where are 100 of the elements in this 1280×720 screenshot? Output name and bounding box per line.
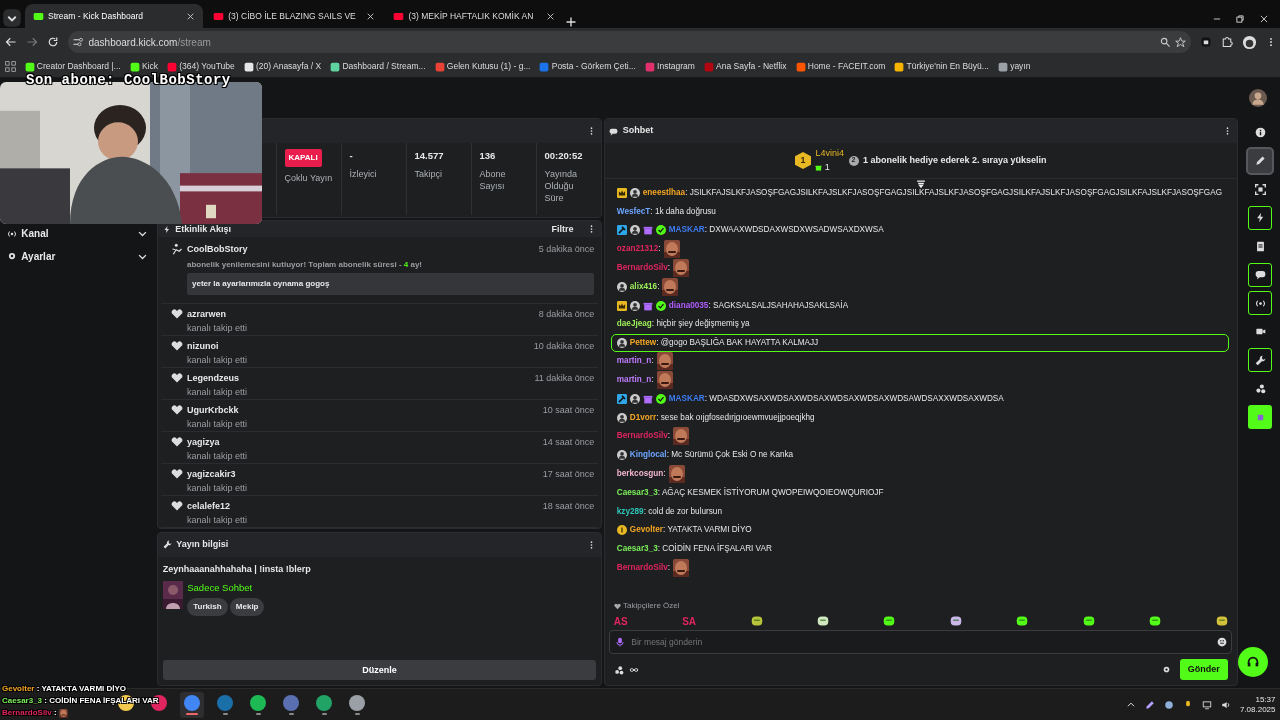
chat-username[interactable]: BernardoSilv: [616, 431, 668, 441]
chat-username[interactable]: BernardoSilv: [616, 562, 668, 572]
restore-icon[interactable]: [1235, 13, 1246, 24]
emote-icon[interactable]: [883, 615, 896, 628]
browser-tab[interactable]: (3) MEKİP HAFTALIK KOMİK AN: [385, 4, 563, 28]
stat-label: İzleyici: [349, 167, 378, 180]
message-field[interactable]: Bir mesaj gönderin: [609, 630, 1233, 655]
scroll-down-icon[interactable]: [915, 180, 926, 189]
support-button[interactable]: [1238, 647, 1268, 677]
bookmark-link[interactable]: Gelen Kutusu (1) - g...: [446, 60, 531, 73]
wrench-icon: [162, 540, 172, 549]
side-tool-button[interactable]: [1248, 348, 1273, 373]
side-tool-button[interactable]: [1248, 148, 1273, 173]
profile-icon[interactable]: [1241, 34, 1257, 50]
bookmark-link[interactable]: Dashboard / Stream...: [342, 60, 426, 73]
side-tool-button[interactable]: [1248, 405, 1273, 430]
chat-username[interactable]: daeJjeag: [616, 319, 652, 329]
emote-button[interactable]: SA: [682, 613, 697, 629]
event-username[interactable]: UgurKrbckk: [187, 404, 543, 418]
bookmark-link[interactable]: Türkiye'nin En Büyü...: [906, 60, 989, 73]
reload-icon[interactable]: [46, 36, 59, 48]
event-username[interactable]: Legendzeus: [187, 372, 535, 386]
browser-tab[interactable]: (3) CİBO İLE BLAZING SAILS VE: [204, 4, 383, 28]
microphone-icon[interactable]: [614, 637, 625, 648]
event-username[interactable]: nizunoi: [187, 340, 534, 354]
emote-button[interactable]: AS: [613, 613, 628, 629]
sidebar-item[interactable]: Kanal: [4, 224, 151, 243]
chat-username[interactable]: Gevolter: [629, 525, 663, 535]
apps-grid-icon[interactable]: [4, 61, 16, 72]
address-bar[interactable]: dashboard.kick.com/stream: [67, 31, 1191, 53]
clock[interactable]: 15:37 7.08.2025: [1239, 694, 1276, 715]
bookmark-link[interactable]: Home - FACEIT.com: [807, 60, 886, 73]
chat-username[interactable]: kzy289: [616, 506, 644, 516]
volume-icon[interactable]: [1220, 699, 1231, 710]
close-icon[interactable]: [365, 11, 375, 21]
chat-username[interactable]: Caesar3_3: [616, 544, 658, 554]
close-icon[interactable]: [546, 11, 555, 21]
category-link[interactable]: Sadece Sohbet: [187, 581, 265, 596]
tag-chip[interactable]: Turkish: [187, 597, 228, 616]
chat-username[interactable]: Kinglocal: [629, 450, 667, 460]
sidebar-item[interactable]: Ayarlar: [4, 247, 151, 265]
chat-username[interactable]: BernardoSilv: [616, 262, 668, 272]
bookmark-link[interactable]: Instagram: [657, 60, 695, 73]
tab-list-icon[interactable]: [2, 8, 23, 28]
bookmark-link[interactable]: Creator Dashboard |...: [36, 60, 121, 73]
puzzle-icon[interactable]: [1220, 36, 1233, 48]
emote-icon[interactable]: [816, 615, 829, 628]
pen-icon[interactable]: [1144, 699, 1155, 710]
emote-icon[interactable]: [949, 615, 962, 628]
heart-icon: [170, 404, 183, 417]
leader-prompt: 1 abonelik hediye ederek 2. sıraya yükselin: [863, 153, 1047, 167]
side-tool-button[interactable]: [1248, 291, 1273, 316]
send-button[interactable]: Gönder: [1179, 658, 1228, 681]
event-username[interactable]: azrarwen: [187, 308, 539, 322]
emote-icon[interactable]: [1149, 615, 1162, 628]
chat-username[interactable]: MASKAR: [668, 393, 705, 403]
bookmark-link[interactable]: Ana Sayfa - Netflix: [716, 60, 787, 73]
bookmark-link[interactable]: Kick: [141, 60, 158, 73]
bookmark-link[interactable]: (20) Anasayfa / X: [256, 60, 322, 73]
bookmark-link[interactable]: (364) YouTube: [179, 60, 235, 73]
extension-badge-icon[interactable]: [1199, 36, 1212, 48]
cluster-icon[interactable]: [613, 664, 624, 675]
network-icon[interactable]: [1201, 699, 1212, 710]
chat-message: BernardoSilv:: [616, 561, 671, 574]
emote-icon[interactable]: [1016, 615, 1029, 628]
side-tool-button[interactable]: [1248, 205, 1273, 230]
chat-message: Caesar3_3: AĞAÇ KESMEK İSTİYORUM QWOPEIWQOIEOWQURIOJF: [616, 486, 884, 499]
star-icon[interactable]: [1175, 36, 1186, 48]
close-icon[interactable]: [1258, 13, 1269, 24]
event-username[interactable]: celalefe12: [187, 500, 543, 514]
headset-icon: [1246, 655, 1260, 669]
user-avatar-icon[interactable]: [1248, 89, 1267, 107]
bookmark-link[interactable]: yayın: [1010, 60, 1031, 73]
edit-button[interactable]: Düzenle: [162, 660, 597, 681]
bookmark-link[interactable]: Posta - Görkem Çeti...: [551, 60, 636, 73]
emote-icon[interactable]: [1215, 615, 1228, 628]
leader-username[interactable]: L4vini4: [815, 147, 844, 161]
message-input[interactable]: Bir mesaj gönderin: [629, 634, 1213, 650]
new-tab-icon[interactable]: [565, 16, 578, 28]
emote-icon[interactable]: [1082, 615, 1095, 628]
filter-button[interactable]: Filtre: [551, 222, 574, 236]
chat-username[interactable]: MASKAR: [668, 225, 705, 235]
close-icon[interactable]: [185, 11, 195, 21]
emoji-icon[interactable]: [1216, 637, 1227, 648]
side-tool-button[interactable]: [1248, 262, 1273, 287]
event-username[interactable]: CoolBobStory: [187, 243, 539, 257]
browser-tab[interactable]: Stream - Kick Dashboard: [24, 4, 203, 28]
event-username[interactable]: yagizcakir3: [187, 468, 543, 482]
chat-message: BernardoSilv:: [616, 430, 671, 443]
emote-icon[interactable]: [750, 615, 763, 628]
settings-icon[interactable]: [1161, 665, 1171, 674]
site-info-icon[interactable]: [72, 36, 84, 48]
back-icon[interactable]: [4, 36, 17, 48]
tray-app-icon[interactable]: [1163, 699, 1174, 710]
tag-chip[interactable]: Mekip: [229, 597, 265, 616]
chat-message: martin_n:: [616, 373, 654, 386]
chat-username[interactable]: Caesar3_3: [616, 487, 658, 497]
heart-icon: [170, 468, 183, 481]
zoom-icon[interactable]: [1159, 36, 1171, 48]
event-username[interactable]: yagizya: [187, 436, 543, 450]
